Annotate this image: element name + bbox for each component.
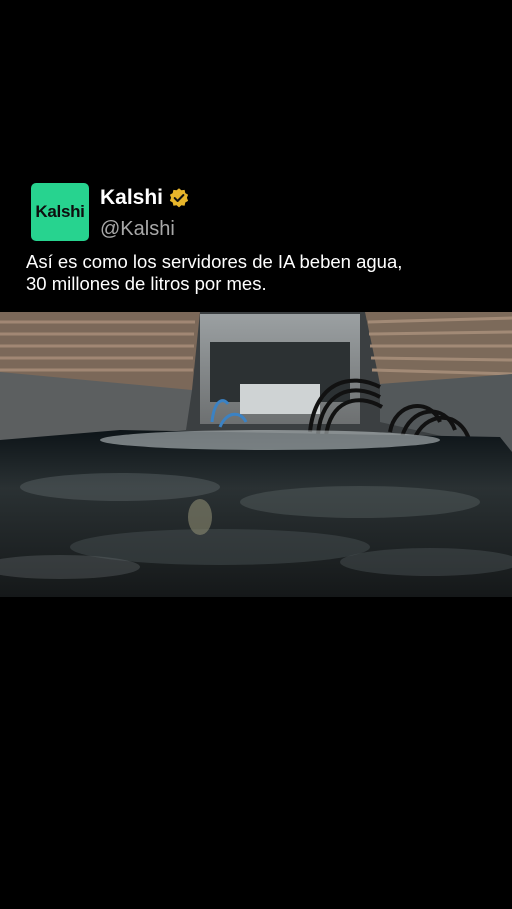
post-text-line-1: Así es como los servidores de IA beben a… (26, 251, 403, 272)
display-name[interactable]: Kalshi (100, 185, 163, 211)
verified-badge-icon (168, 187, 190, 209)
account-handle[interactable]: @Kalshi (100, 217, 190, 241)
account-identity: Kalshi @Kalshi (100, 184, 190, 241)
post-header: Kalshi Kalshi @Kalshi (31, 183, 190, 241)
avatar[interactable]: Kalshi (31, 183, 89, 241)
post-text: Así es como los servidores de IA beben a… (26, 251, 496, 295)
avatar-text: Kalshi (35, 202, 85, 221)
video-frame (0, 312, 512, 597)
display-name-row: Kalshi (100, 184, 190, 212)
post-text-line-2: 30 millones de litros por mes. (26, 273, 267, 294)
video-player[interactable] (0, 312, 512, 597)
